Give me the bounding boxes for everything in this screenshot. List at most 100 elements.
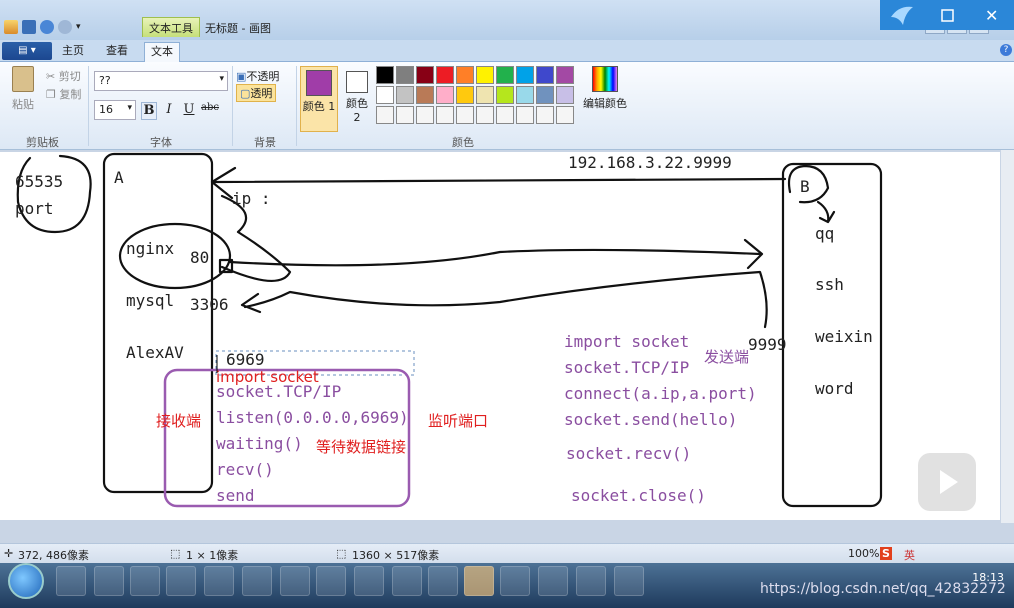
server-port-text: 6969 [226, 350, 265, 369]
waiting-note: 等待数据链接 [316, 438, 407, 456]
font-family-select[interactable]: ?? ▾ [94, 71, 228, 91]
palette-swatch[interactable] [516, 106, 534, 124]
palette-swatch[interactable] [396, 106, 414, 124]
palette-swatch[interactable] [376, 106, 394, 124]
palette-swatch[interactable] [556, 86, 574, 104]
tab-view[interactable]: 查看 [100, 42, 134, 62]
color1-button[interactable]: 颜色 1 [300, 66, 338, 132]
copy-icon: ❐ [46, 88, 56, 101]
palette-swatch[interactable] [376, 86, 394, 104]
palette-swatch[interactable] [496, 106, 514, 124]
customize-qat-icon[interactable]: ▾ [76, 22, 81, 32]
window-title: 无标题 - 画图 [205, 22, 271, 35]
palette-swatch[interactable] [436, 106, 454, 124]
palette-swatch[interactable] [496, 86, 514, 104]
palette-swatch[interactable] [556, 66, 574, 84]
palette-swatch[interactable] [376, 66, 394, 84]
italic-button[interactable]: I [161, 102, 177, 120]
palette-swatch[interactable] [496, 66, 514, 84]
color1-swatch [306, 70, 332, 96]
paint-taskbar-icon[interactable] [538, 566, 568, 596]
redo-icon[interactable] [58, 20, 72, 34]
edit-colors-button[interactable]: 编辑颜色 [582, 66, 628, 111]
bird-logo-icon [880, 0, 925, 30]
taskbar-app-icon[interactable] [130, 566, 160, 596]
client-send-text: socket.send(hello) [564, 410, 738, 429]
tab-text[interactable]: 文本 [144, 42, 180, 62]
color1-label: 颜色 1 [302, 100, 336, 113]
palette-swatch[interactable] [456, 66, 474, 84]
palette-swatch[interactable] [476, 86, 494, 104]
explorer-icon[interactable] [242, 566, 272, 596]
server-recv-text: recv() [216, 460, 274, 479]
underline-button[interactable]: U [181, 102, 197, 120]
palette-swatch[interactable] [476, 106, 494, 124]
receiver-label: 接收端 [156, 412, 202, 430]
taskbar-app-icon[interactable] [56, 566, 86, 596]
strikethrough-button[interactable]: abc [200, 102, 220, 120]
firefox-icon[interactable] [204, 566, 234, 596]
opaque-label: 不透明 [246, 70, 280, 83]
copy-button[interactable]: ❐ 复制 [46, 86, 81, 102]
port-circle [16, 154, 92, 234]
port-max-text: 65535 [15, 172, 64, 191]
restore-icon[interactable] [925, 0, 970, 30]
start-button[interactable] [8, 563, 44, 599]
taskbar-app-icon[interactable] [500, 566, 530, 596]
palette-swatch[interactable] [416, 106, 434, 124]
taskbar-app-icon[interactable] [392, 566, 422, 596]
taskbar-app-icon[interactable] [316, 566, 346, 596]
palette-swatch[interactable] [516, 66, 534, 84]
palette-swatch[interactable] [416, 66, 434, 84]
palette-swatch[interactable] [516, 86, 534, 104]
palette-swatch[interactable] [396, 66, 414, 84]
palette-swatch[interactable] [416, 86, 434, 104]
selection-icon: ⬚ [170, 547, 181, 560]
palette-swatch[interactable] [456, 106, 474, 124]
cut-button[interactable]: ✂ 剪切 [46, 68, 81, 84]
host-b-label: B [800, 177, 810, 196]
color2-button[interactable]: 颜色 2 [342, 66, 372, 132]
terminal-icon[interactable] [614, 566, 644, 596]
palette-swatch[interactable] [476, 66, 494, 84]
taskbar-app-icon[interactable] [464, 566, 494, 596]
chrome-icon[interactable] [354, 566, 384, 596]
drawing-canvas[interactable]: 65535 port A nginx 80 mysql 3306 AlexAV … [0, 152, 1000, 520]
undo-icon[interactable] [40, 20, 54, 34]
sogou-ime-icon[interactable]: S [880, 547, 892, 560]
palette-swatch[interactable] [556, 106, 574, 124]
taskbar-app-icon[interactable] [428, 566, 458, 596]
qq-icon[interactable] [166, 566, 196, 596]
mysql-arrow [240, 270, 768, 329]
bold-button[interactable]: B [141, 102, 157, 120]
opaque-button[interactable]: ▣不透明 [236, 68, 279, 84]
help-icon[interactable]: ? [1000, 44, 1012, 56]
palette-swatch[interactable] [536, 66, 554, 84]
close-icon[interactable]: ✕ [969, 0, 1014, 30]
palette-swatch[interactable] [536, 86, 554, 104]
ime-language[interactable]: 英 [904, 547, 915, 563]
taskbar-app-icon[interactable] [576, 566, 606, 596]
transparent-button[interactable]: ▢透明 [236, 84, 277, 102]
palette-swatch[interactable] [396, 86, 414, 104]
font-size-select[interactable]: 16 ▾ [94, 100, 136, 120]
vertical-scrollbar[interactable] [1001, 150, 1014, 523]
palette-swatch[interactable] [436, 66, 454, 84]
palette-swatch[interactable] [536, 106, 554, 124]
tab-home[interactable]: 主页 [56, 42, 90, 62]
video-play-icon[interactable] [918, 453, 976, 511]
host-a-label: A [114, 168, 124, 187]
client-connect-text: connect(a.ip,a.port) [564, 384, 757, 403]
ie-icon[interactable] [94, 566, 124, 596]
paste-button[interactable]: 粘贴 [8, 66, 38, 112]
save-icon[interactable] [22, 20, 36, 34]
paint-app-icon[interactable] [4, 20, 18, 34]
taskbar-app-icon[interactable] [280, 566, 310, 596]
palette-swatch[interactable] [456, 86, 474, 104]
application-menu-button[interactable]: ▤ ▾ [2, 42, 52, 60]
palette-swatch[interactable] [436, 86, 454, 104]
ribbon: 粘贴 ✂ 剪切 ❐ 复制 剪贴板 ?? ▾ 16 ▾ B I U abc 字体 ▣不… [0, 62, 1014, 150]
font-group-label: 字体 [150, 136, 172, 149]
server-listen-text: listen(0.0.0.0,6969) [216, 408, 409, 427]
canvas-size: 1360 × 517像素 [352, 549, 440, 562]
